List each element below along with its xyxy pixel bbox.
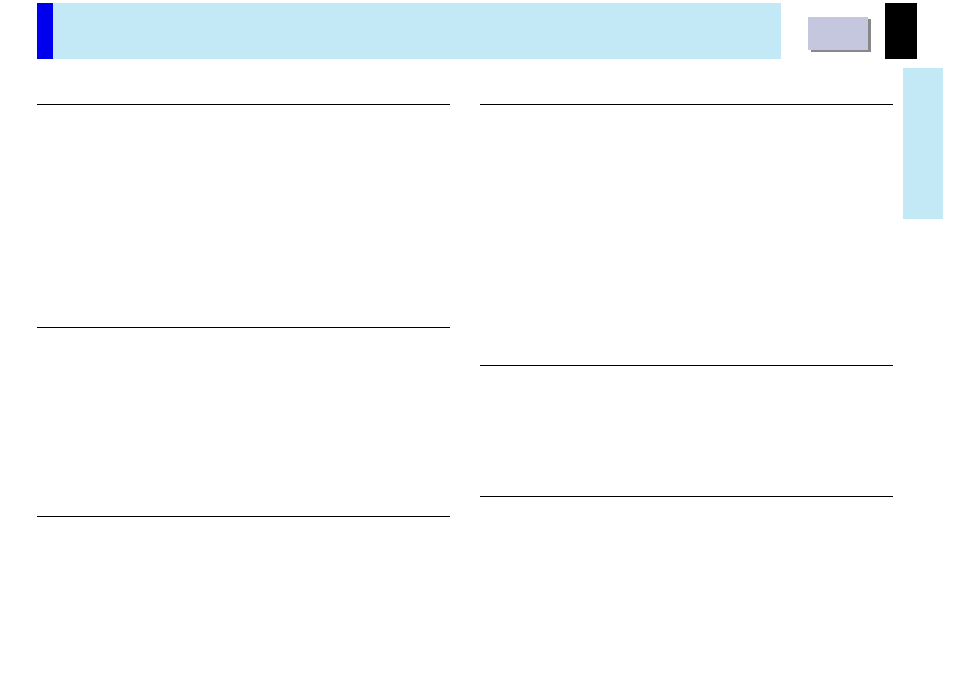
left-section-3 [37, 516, 450, 517]
section-divider [480, 104, 893, 105]
section-body [37, 336, 450, 496]
header-title-area [53, 3, 781, 59]
section-divider [37, 104, 450, 105]
right-section-1 [480, 90, 893, 331]
section-divider [37, 516, 450, 517]
header-button[interactable] [808, 17, 868, 50]
section-heading [480, 90, 893, 96]
side-tab[interactable] [903, 68, 943, 219]
section-divider [480, 365, 893, 366]
content-area [37, 90, 893, 625]
header-corner-block [885, 3, 917, 59]
section-body [480, 374, 893, 462]
section-divider [37, 327, 450, 328]
section-divider [480, 496, 893, 497]
left-column [37, 90, 450, 625]
section-body [37, 113, 450, 293]
right-section-3 [480, 482, 893, 605]
section-body [480, 505, 893, 605]
section-heading [37, 90, 450, 96]
section-body [480, 113, 893, 331]
section-heading [480, 351, 893, 357]
right-section-2 [480, 351, 893, 462]
header-bar [37, 3, 917, 59]
left-section-2 [37, 313, 450, 496]
right-column [480, 90, 893, 625]
section-heading [37, 313, 450, 319]
left-section-1 [37, 90, 450, 293]
section-heading [480, 482, 893, 488]
header-accent-stripe [37, 3, 53, 59]
